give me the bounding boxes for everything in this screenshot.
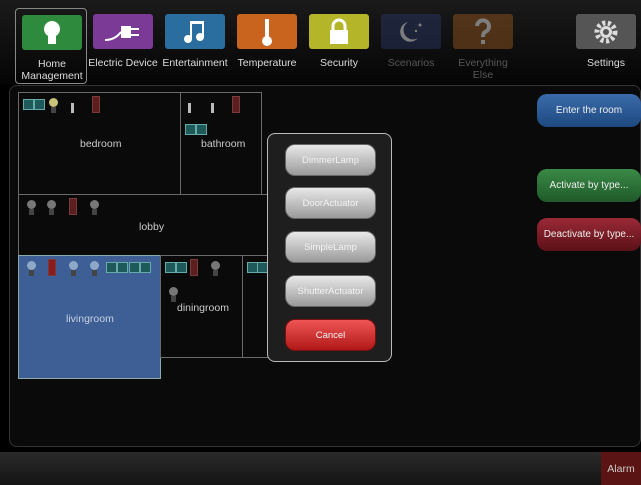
tab-label: Security <box>320 57 358 69</box>
room-name: bedroom <box>80 138 122 150</box>
gear-icon <box>576 14 636 49</box>
question-mark-icon <box>453 14 513 49</box>
lamp-off-icon <box>211 261 220 276</box>
tab-electric-device[interactable]: Electric Device <box>87 8 159 84</box>
room-name: lobby <box>139 221 165 233</box>
lamp-icon <box>27 261 36 276</box>
shutter-icon <box>176 262 187 273</box>
alarm-button[interactable]: Alarm <box>601 452 641 485</box>
simple-lamp-icon <box>211 103 214 113</box>
popup-cancel-button[interactable]: Cancel <box>285 319 376 351</box>
enter-room-button[interactable]: Enter the room <box>537 94 641 127</box>
music-note-icon <box>165 14 225 49</box>
activate-by-type-button[interactable]: Activate by type... <box>537 169 641 202</box>
simple-lamp-icon <box>71 103 74 113</box>
room-bathroom[interactable]: bathroom <box>180 92 262 195</box>
tab-scenarios[interactable]: Scenarios <box>375 8 447 84</box>
shutter-icon <box>23 99 34 110</box>
popup-option-dimmer-lamp[interactable]: DimmerLamp <box>285 144 376 176</box>
tab-label: Settings <box>587 57 625 69</box>
lamp-off-icon <box>47 200 56 215</box>
tab-home-management[interactable]: Home Management <box>15 8 87 84</box>
shutter-icon <box>185 124 196 135</box>
plug-icon <box>93 14 153 49</box>
door-icon <box>48 259 56 276</box>
tab-label: Temperature <box>237 57 297 69</box>
room-name: diningroom <box>177 302 229 314</box>
thermometer-icon <box>237 14 297 49</box>
shutter-icon <box>196 124 207 135</box>
tab-security[interactable]: Security <box>303 8 375 84</box>
shutter-icon <box>117 262 128 273</box>
tab-label: Entertainment <box>162 57 228 69</box>
door-icon <box>232 96 240 113</box>
room-livingroom[interactable]: livingroom <box>18 255 161 379</box>
tab-label: Home Management <box>21 58 83 82</box>
shutter-icon <box>140 262 151 273</box>
bottom-bar <box>0 452 641 485</box>
deactivate-by-type-button[interactable]: Deactivate by type... <box>537 218 641 251</box>
tab-label: Electric Device <box>88 57 158 69</box>
room-lobby[interactable]: lobby <box>18 194 268 256</box>
shutter-icon <box>129 262 140 273</box>
lamp-off-icon <box>169 287 178 302</box>
simple-lamp-icon <box>188 103 191 113</box>
room-name: bathroom <box>201 138 246 150</box>
door-icon <box>92 96 100 113</box>
shutter-icon <box>106 262 117 273</box>
shutter-icon <box>34 99 45 110</box>
lightbulb-icon <box>22 15 82 50</box>
tab-temperature[interactable]: Temperature <box>231 8 303 84</box>
popup-option-door-actuator[interactable]: DoorActuator <box>285 187 376 219</box>
lamp-icon <box>69 261 78 276</box>
room-name: livingroom <box>66 313 114 325</box>
room-bedroom[interactable]: bedroom <box>18 92 181 195</box>
moon-stars-icon <box>381 14 441 49</box>
tab-settings[interactable]: Settings <box>570 8 641 84</box>
device-type-popup: DimmerLamp DoorActuator SimpleLamp Shutt… <box>267 133 392 362</box>
room-diningroom[interactable]: diningroom <box>160 255 243 358</box>
padlock-icon <box>309 14 369 49</box>
shutter-icon <box>165 262 176 273</box>
lamp-off-icon <box>90 200 99 215</box>
lamp-off-icon <box>27 200 36 215</box>
door-icon <box>190 259 198 276</box>
popup-option-simple-lamp[interactable]: SimpleLamp <box>285 231 376 263</box>
top-navigation-bar: Home Management Electric Device Entertai… <box>0 0 641 84</box>
room-unnamed[interactable] <box>242 255 270 358</box>
tab-label: Scenarios <box>387 57 435 69</box>
lamp-on-icon <box>49 98 58 113</box>
door-icon <box>69 198 77 215</box>
popup-option-shutter-actuator[interactable]: ShutterActuator <box>285 275 376 307</box>
tab-entertainment[interactable]: Entertainment <box>159 8 231 84</box>
tab-label: Everything Else <box>458 57 508 81</box>
tab-everything-else[interactable]: Everything Else <box>447 8 519 84</box>
lamp-icon <box>90 261 99 276</box>
